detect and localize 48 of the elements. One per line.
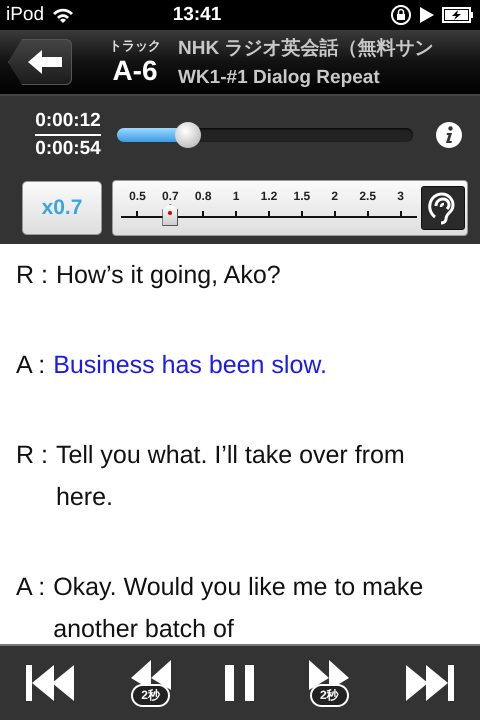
dialog-line[interactable]: How’s it going, Ako? (56, 254, 430, 296)
seconds-label: 2秒 (131, 684, 170, 706)
back-button[interactable]: 2秒 (128, 660, 173, 706)
back-button[interactable] (8, 39, 72, 85)
speed-label: 1.2 (260, 189, 278, 203)
track-number: A-6 (112, 55, 158, 87)
pause-button[interactable] (224, 663, 255, 703)
dialog-line[interactable]: Tell you what. I’ll take over from here. (56, 434, 430, 518)
first-button[interactable] (26, 663, 76, 703)
skip-forward-icon (404, 663, 454, 703)
ear-button[interactable] (421, 186, 465, 230)
speed-pointer[interactable] (162, 204, 178, 226)
album-title: NHK ラジオ英会話（無料サン (178, 36, 434, 61)
skip-back-icon (26, 663, 76, 703)
pause-icon (224, 663, 255, 703)
speaker-label: A : (16, 350, 46, 381)
total-time: 0:00:54 (35, 137, 101, 161)
forward-button[interactable]: 2秒 (307, 660, 352, 706)
track-label: トラック (109, 37, 161, 55)
info-button[interactable] (436, 122, 462, 148)
elapsed-time: 0:00:12 (35, 108, 101, 136)
speed-label: 1.5 (292, 189, 312, 203)
speed-label: 0.5 (128, 189, 147, 203)
speed-label: 0.8 (194, 189, 213, 203)
fast-forward-icon (307, 660, 352, 690)
speed-label: 3 (396, 189, 405, 203)
rotation-lock-icon (390, 4, 412, 26)
speaker-label: R : (16, 260, 48, 291)
carrier-name: iPod (6, 4, 44, 26)
speed-label: 0.7 (160, 189, 180, 203)
dialog-line[interactable]: Business has been slow. (53, 344, 430, 386)
dialog-line[interactable]: Okay. Would you like me to make another batch of (53, 566, 430, 644)
wifi-icon (52, 7, 74, 23)
speed-label: 2 (330, 189, 340, 203)
speaker-label: R : (16, 440, 48, 471)
seconds-label: 2秒 (310, 684, 349, 706)
track-title: WK1-#1 Dialog Repeat (178, 67, 381, 89)
slider-thumb[interactable] (175, 122, 202, 148)
left-arrow-icon (28, 50, 62, 74)
clock-time: 13:41 (172, 4, 222, 26)
info-icon (444, 126, 454, 144)
speaker-label: A : (16, 572, 46, 603)
play-icon (420, 7, 434, 23)
rewind-icon (128, 660, 173, 690)
speed-label: 1 (232, 189, 240, 203)
last-button[interactable] (404, 663, 454, 703)
battery-charging-icon (442, 7, 474, 23)
speed-label: 2.5 (358, 189, 377, 203)
